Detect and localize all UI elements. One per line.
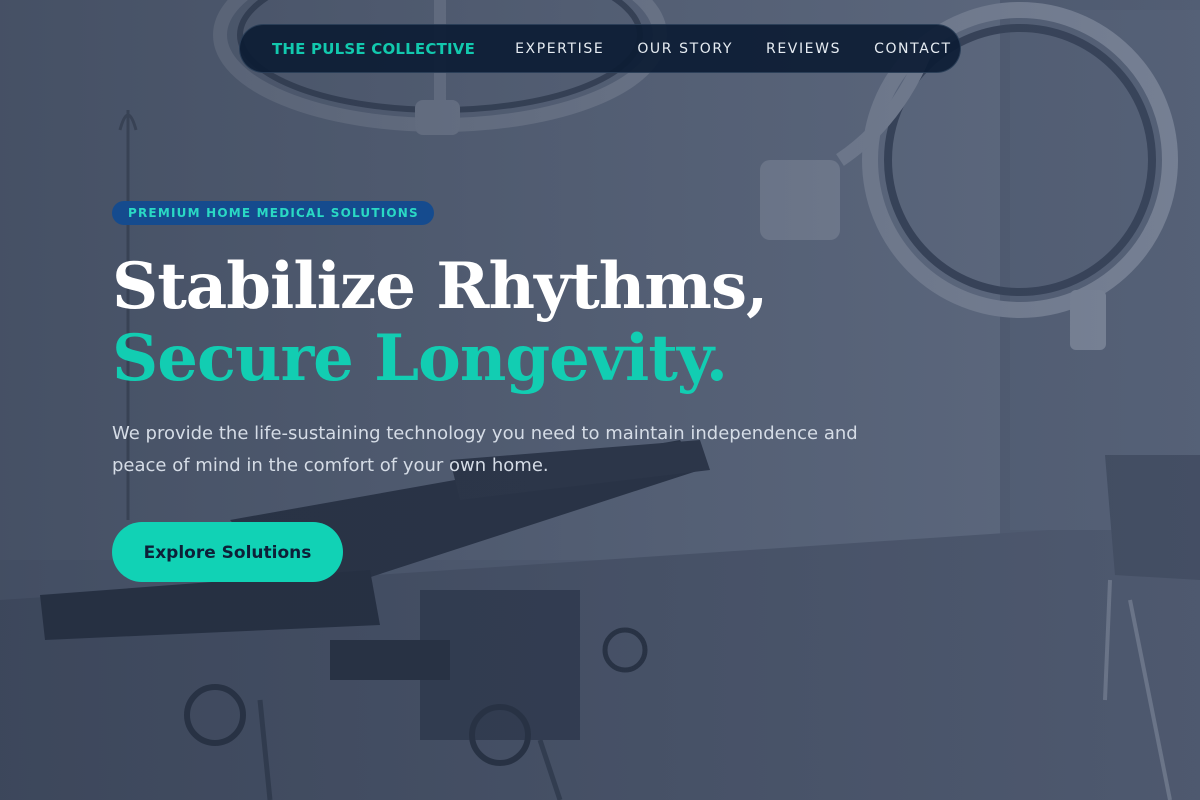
- hero-headline: Stabilize Rhythms, Secure Longevity.: [112, 251, 912, 395]
- nav-link-contact[interactable]: CONTACT: [874, 41, 952, 57]
- nav-link-our-story[interactable]: OUR STORY: [637, 41, 733, 57]
- explore-solutions-button[interactable]: Explore Solutions: [112, 522, 343, 582]
- hero-badge: PREMIUM HOME MEDICAL SOLUTIONS: [112, 201, 434, 225]
- hero-section: PREMIUM HOME MEDICAL SOLUTIONS Stabilize…: [112, 201, 912, 582]
- headline-line-2: Secure Longevity.: [112, 321, 728, 396]
- brand-logo[interactable]: THE PULSE COLLECTIVE: [272, 40, 475, 58]
- top-navigation: THE PULSE COLLECTIVE EXPERTISE OUR STORY…: [239, 24, 961, 73]
- nav-link-reviews[interactable]: REVIEWS: [766, 41, 841, 57]
- nav-links: EXPERTISE OUR STORY REVIEWS CONTACT: [515, 41, 952, 57]
- headline-line-1: Stabilize Rhythms,: [112, 249, 768, 324]
- hero-description: We provide the life-sustaining technolog…: [112, 423, 858, 476]
- nav-link-expertise[interactable]: EXPERTISE: [515, 41, 604, 57]
